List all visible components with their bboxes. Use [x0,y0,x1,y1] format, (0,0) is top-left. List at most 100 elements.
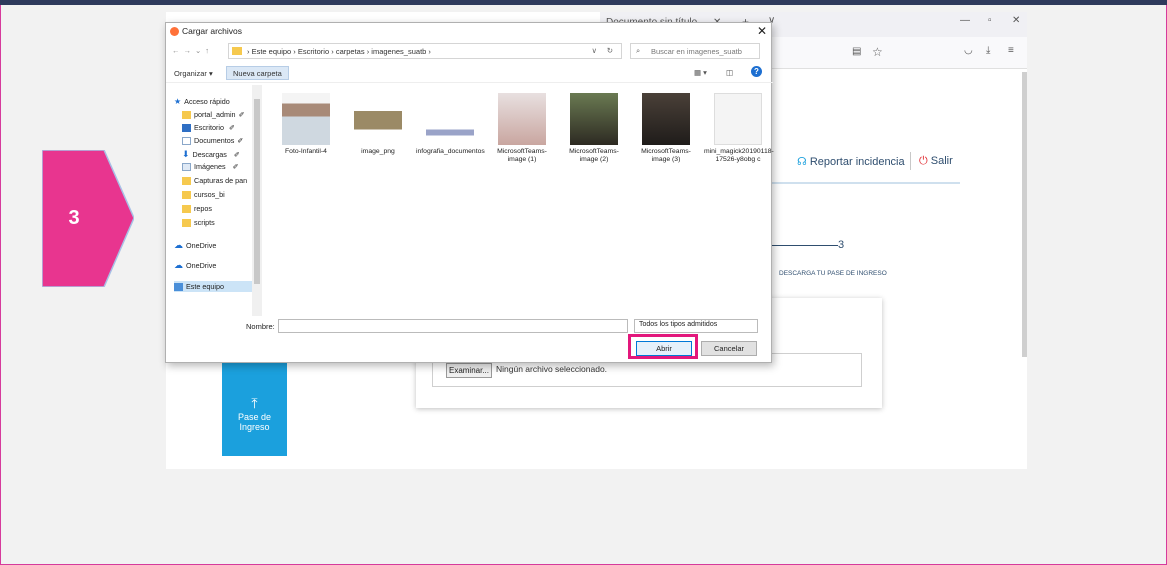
upload-icon: ⤒ [251,395,258,411]
report-incident-label: Reportar incidencia [809,156,905,168]
nav-item-documents[interactable]: Documentos ✐ [182,136,243,145]
pase-ingreso-label: Pase de Ingreso [237,412,272,432]
filename-label: Nombre: [246,322,275,331]
no-file-selected-text: Ningún archivo seleccionado. [496,364,608,374]
folder-icon [182,176,191,185]
organize-menu[interactable]: Organizar ▾ [174,69,213,78]
preview-pane-icon[interactable]: ◫ [726,68,733,77]
nav-item-label: cursos_bi [194,190,225,199]
breadcrumb-item[interactable]: Escritorio [298,47,329,56]
file-name: image_png [361,148,395,155]
breadcrumb-item[interactable]: carpetas [336,47,365,56]
breadcrumb-item[interactable]: Este equipo [252,47,292,56]
page-scrollbar[interactable] [1022,72,1027,357]
file-item[interactable]: infografia_documentos [416,93,485,156]
folder-icon [182,190,191,199]
folder-icon [182,218,191,227]
command-bar: Organizar ▾ Nueva carpeta ▦ ▾ ◫ ? [166,65,773,83]
file-type-value: Todos los tipos admitidos [639,321,718,328]
browse-button[interactable]: Examinar... [446,363,492,378]
window-maximize-icon[interactable]: ▫ [988,15,992,26]
breadcrumb-item[interactable]: imagenes_suatb [371,47,426,56]
file-name: mini_magick20190118-17526-y8obg c [704,148,774,163]
refresh-icon[interactable]: ↻ [607,46,613,55]
pin-icon: ✐ [226,123,235,132]
file-thumbnail [426,93,474,145]
file-item[interactable]: MicrosoftTeams-image (3) [632,93,700,164]
navigation-pane: ★ Acceso rápido portal_admin ✐ Escritorio… [166,85,262,316]
file-name: MicrosoftTeams-image (1) [497,148,547,163]
file-thumbnail [354,93,402,145]
file-thumbnail [642,93,690,145]
file-item[interactable]: mini_magick20190118-17526-y8obg c [704,93,774,164]
file-item[interactable]: MicrosoftTeams-image (2) [560,93,628,164]
filename-row: Nombre: Todos los tipos admitidos [166,319,773,335]
report-incident-link[interactable]: ☊ Reportar incidencia [797,155,905,168]
nav-item-quick-access[interactable]: ★ Acceso rápido [174,97,230,106]
logout-link[interactable]: ⏻ Salir [919,155,953,168]
file-name: MicrosoftTeams-image (3) [641,148,691,163]
address-dropdown-icon[interactable]: ∨ [592,46,598,55]
pocket-icon[interactable]: ◡ [964,45,973,56]
nav-item-screenshots[interactable]: Capturas de pan [182,176,247,185]
nav-underline [770,182,960,184]
bookmark-star-icon[interactable]: ☆ [872,45,883,59]
cloud-icon: ☁ [174,260,183,270]
cancel-button[interactable]: Cancelar [701,341,757,356]
nav-item-repos[interactable]: repos [182,204,212,213]
file-thumbnail [714,93,762,145]
search-input[interactable]: ⌕ Buscar en imagenes_suatb [630,43,760,59]
nav-scroll-thumb[interactable] [254,99,260,284]
nav-item-label: OneDrive [186,241,217,250]
help-icon[interactable]: ? [751,66,762,77]
window-minimize-icon[interactable]: — [960,15,970,26]
dialog-close-icon[interactable]: ✕ [757,24,767,38]
nav-item-desktop[interactable]: Escritorio ✐ [182,123,235,132]
firefox-icon [170,27,179,36]
nav-item-scripts[interactable]: scripts [182,218,215,227]
extensions-icon[interactable]: ≡ [1008,45,1014,56]
nav-item-label: repos [194,204,212,213]
nav-item-label: Documentos [194,136,235,145]
pase-ingreso-button[interactable]: ⤒ Pase de Ingreso [222,358,287,456]
nav-item-onedrive[interactable]: ☁ OneDrive [174,260,216,271]
power-icon: ⏻ [919,155,928,167]
window-close-icon[interactable]: ✕ [1012,15,1020,26]
stepper-step-label: DESCARGA TU PASE DE INGRESO [779,270,887,277]
nav-item-portal-admin[interactable]: portal_admin ✐ [182,110,245,119]
nav-item-downloads[interactable]: ⬇ Descargas ✐ [182,149,240,160]
nav-item-label: Descargas [192,150,227,159]
nav-item-onedrive[interactable]: ☁ OneDrive [174,240,216,251]
file-item[interactable]: Foto-Infantil-4 [272,93,340,156]
history-nav-icons[interactable]: ←→⌄↑ [172,46,213,55]
cloud-icon: ☁ [174,240,183,250]
pin-icon: ✐ [229,150,240,159]
file-item[interactable]: image_png [344,93,412,156]
file-thumbnail [498,93,546,145]
headset-icon: ☊ [797,156,807,168]
new-folder-button[interactable]: Nueva carpeta [226,66,289,80]
file-open-dialog: Cargar archivos ✕ ←→⌄↑ › Este equipo › E… [165,22,774,363]
nav-item-label: Este equipo [186,282,224,291]
file-thumbnail [282,93,330,145]
nav-item-this-pc[interactable]: Este equipo [174,281,252,292]
nav-scrollbar[interactable] [252,85,262,316]
downloads-icon[interactable]: ⤓ [986,45,990,56]
nav-divider [910,152,911,170]
reader-view-icon[interactable]: ▤ [852,46,861,57]
filename-input[interactable] [278,319,628,333]
nav-item-cursos-bi[interactable]: cursos_bi [182,190,225,199]
dialog-titlebar: Cargar archivos ✕ [166,23,773,40]
nav-item-images[interactable]: Imágenes ✐ [182,162,239,171]
folder-icon [232,47,242,55]
address-bar[interactable]: › Este equipo › Escritorio › carpetas › … [228,43,622,59]
view-options-icon[interactable]: ▦ ▾ [694,68,707,77]
file-item[interactable]: MicrosoftTeams-image (1) [488,93,556,164]
nav-item-label: OneDrive [186,261,217,270]
file-type-select[interactable]: Todos los tipos admitidos [634,319,758,333]
search-icon: ⌕ [636,46,641,55]
computer-icon [174,282,183,291]
stepper-step-number: 3 [838,239,845,251]
pin-icon: ✐ [237,136,244,145]
nav-item-label: Capturas de pan [194,176,248,185]
